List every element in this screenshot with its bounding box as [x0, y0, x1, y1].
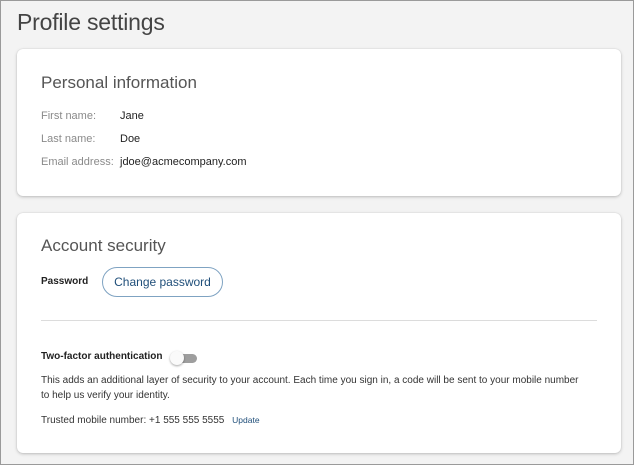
two-factor-description: This adds an additional layer of securit… [41, 375, 579, 401]
email-address-value: jdoe@acmecompany.com [120, 156, 247, 168]
two-factor-label: Two-factor authentication [41, 351, 163, 362]
email-address-label: Email address: [41, 156, 114, 168]
account-security-title: Account security [41, 236, 166, 255]
window-frame: Profile settings Personal information Fi… [0, 0, 634, 465]
first-name-value: Jane [120, 110, 144, 122]
two-factor-toggle[interactable] [170, 351, 198, 365]
personal-information-title: Personal information [41, 73, 197, 92]
trusted-number-text: Trusted mobile number: +1 555 555 5555 [41, 415, 225, 426]
last-name-label: Last name: [41, 133, 96, 145]
section-divider [41, 320, 597, 321]
first-name-label: First name: [41, 110, 97, 122]
last-name-value: Doe [120, 133, 141, 145]
update-link[interactable]: Update [232, 415, 259, 425]
page-title: Profile settings [17, 9, 165, 35]
change-password-button[interactable]: Change password [102, 267, 223, 297]
toggle-knob [170, 351, 184, 365]
account-security-card: Account security Password Change passwor… [17, 213, 621, 453]
trusted-number-row: Trusted mobile number: +1 555 555 5555 U… [41, 415, 260, 426]
password-label: Password [41, 276, 89, 287]
personal-information-card: Personal information First name: Jane La… [17, 49, 621, 196]
